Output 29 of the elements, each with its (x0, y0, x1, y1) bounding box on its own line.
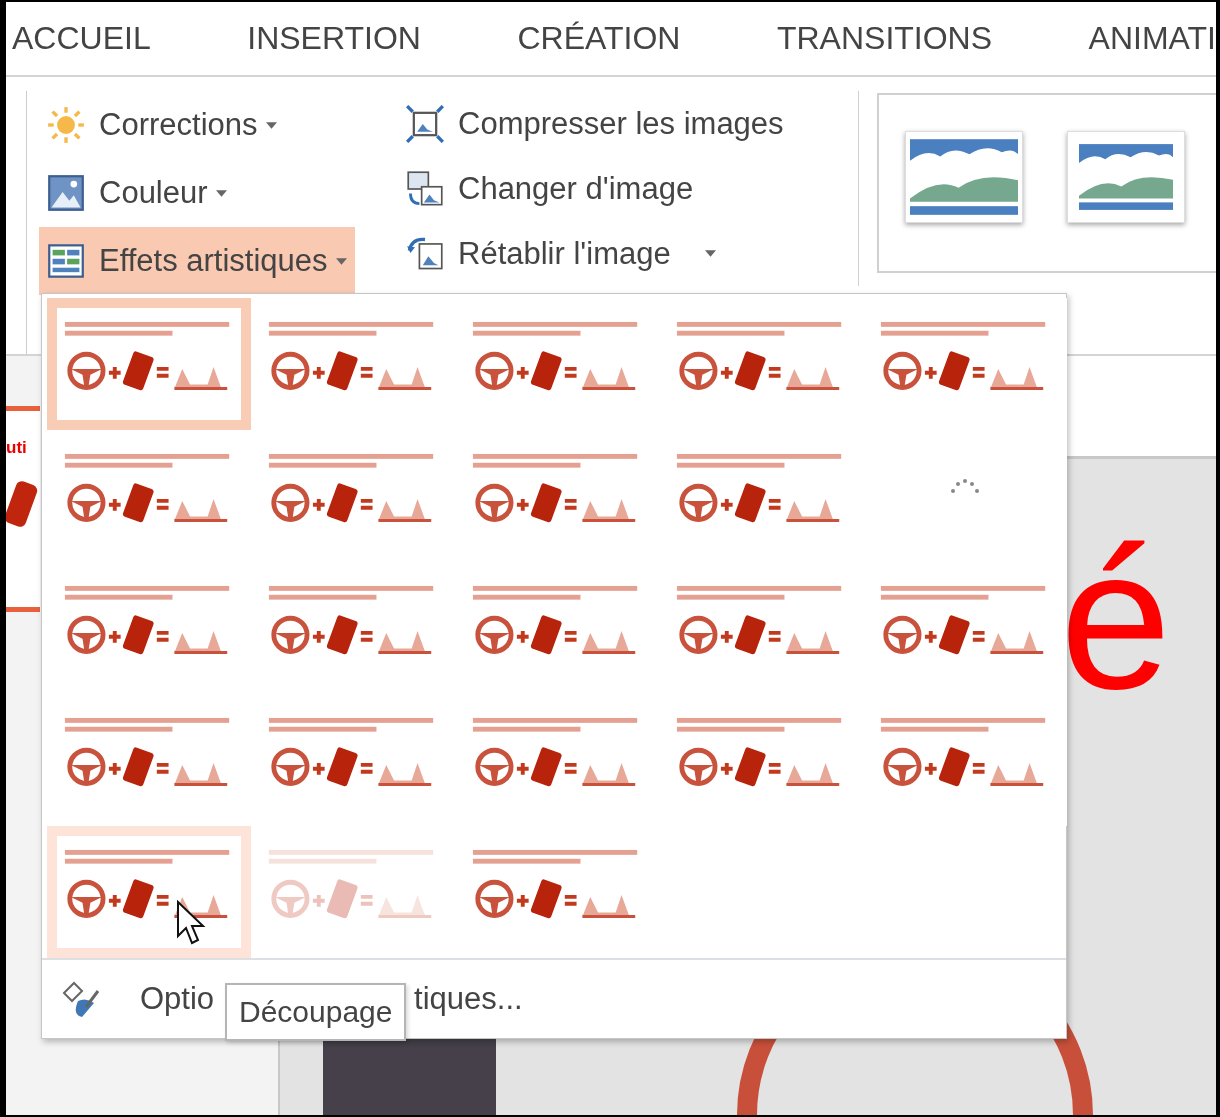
picture-grid-icon (47, 242, 85, 280)
picture-style-option[interactable] (1067, 131, 1185, 223)
ribbon-tab[interactable]: ACCUEIL (12, 20, 151, 57)
picture-icon (47, 174, 85, 212)
slide-thumbnail[interactable]: uti (6, 406, 40, 612)
ribbon-tab[interactable]: TRANSITIONS (776, 20, 993, 57)
ribbon-button[interactable]: Couleur (39, 159, 235, 227)
pointer-cursor-icon (176, 900, 206, 946)
loading-icon (950, 479, 980, 493)
ribbon-tab[interactable]: INSERTION (247, 20, 421, 57)
thumbnail-text: uti (6, 439, 28, 456)
sun-icon (47, 106, 85, 144)
ribbon-tab[interactable]: CRÉATION (517, 20, 681, 57)
options-link[interactable]: Optio (140, 981, 215, 1017)
ribbon-button[interactable]: Rétablir l'image (398, 221, 724, 286)
slide-title-text: é (1060, 519, 1172, 719)
swap-pictures-icon (406, 169, 444, 208)
options-link[interactable]: tiques... (414, 981, 523, 1017)
effect-option[interactable] (47, 826, 251, 958)
picture-style-option[interactable] (905, 131, 1023, 223)
ribbon-tab[interactable]: ANIMATI (1088, 20, 1216, 57)
tooltip: Découpage (225, 983, 407, 1041)
ribbon-button[interactable]: Effets artistiques (39, 227, 355, 295)
ribbon-button[interactable]: Changer d'image (398, 156, 702, 221)
paint-brush-icon (60, 979, 100, 1019)
ribbon-button[interactable]: Corrections (39, 91, 285, 159)
effect-option[interactable] (47, 298, 251, 430)
compress-icon (406, 104, 444, 143)
ribbon-button[interactable]: Compresser les images (398, 91, 792, 156)
